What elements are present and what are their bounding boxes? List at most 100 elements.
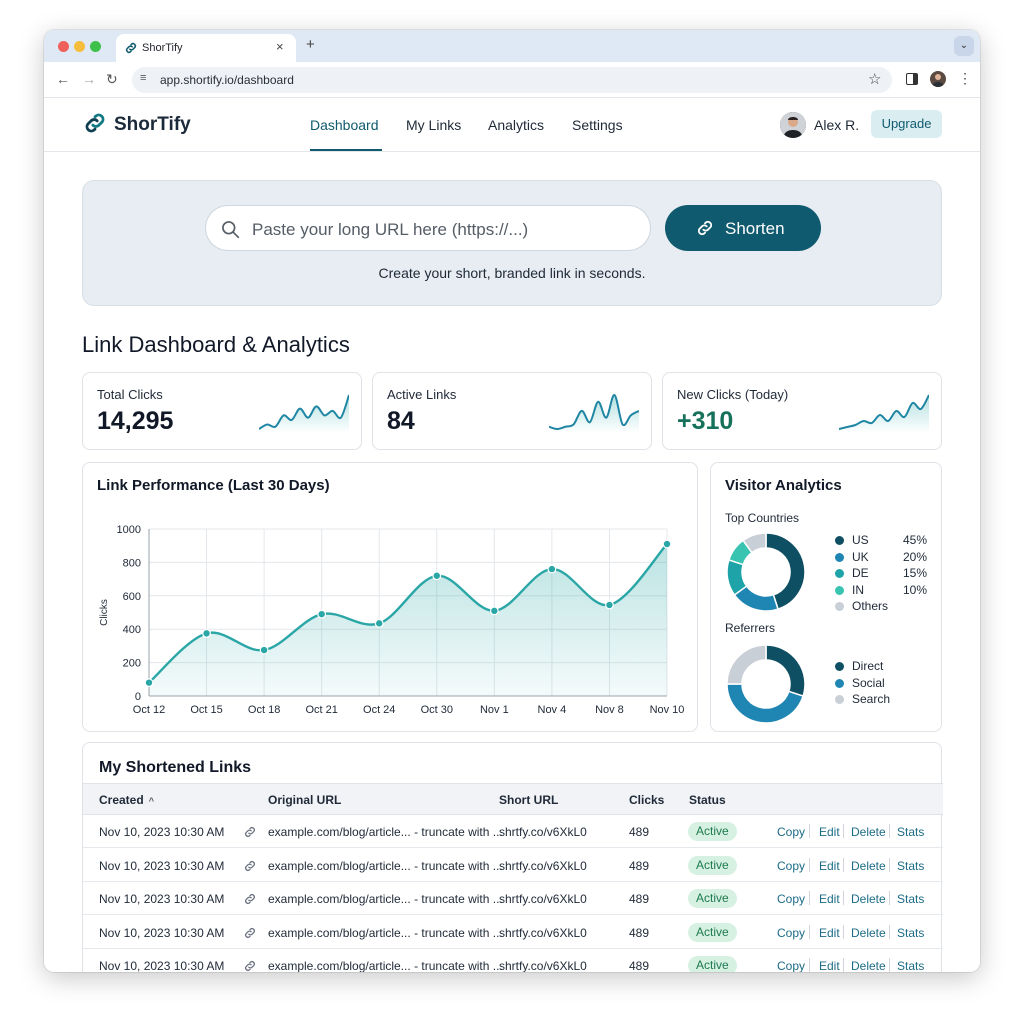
table-row[interactable]: Nov 10, 2023 10:30 AM example.com/blog/ar…: [83, 949, 943, 972]
page-title: Link Dashboard & Analytics: [82, 332, 350, 357]
browser-menu-icon[interactable]: ⋮: [958, 70, 972, 87]
active-nav-indicator: [310, 149, 382, 151]
tab-search-chevron-icon[interactable]: ⌄: [954, 36, 974, 56]
side-panel-icon[interactable]: [906, 73, 918, 85]
legend-label: Social: [852, 675, 885, 690]
nav-my-links[interactable]: My Links: [406, 117, 461, 133]
stat-value: 14,295: [97, 407, 174, 435]
edit-link[interactable]: Edit: [819, 926, 840, 940]
nav-settings[interactable]: Settings: [572, 117, 623, 133]
short-url-cell[interactable]: shrtfy.co/v6XkL0: [499, 959, 587, 972]
original-url-cell[interactable]: example.com/blog/article... - truncate w…: [268, 959, 503, 972]
nav-analytics[interactable]: Analytics: [488, 117, 544, 133]
column-original-url[interactable]: Original URL: [268, 793, 341, 807]
delete-link[interactable]: Delete: [851, 825, 886, 839]
stats-link[interactable]: Stats: [897, 959, 924, 972]
sparkline-area: [839, 395, 929, 433]
action-divider: [843, 924, 844, 939]
close-window-button[interactable]: [58, 41, 69, 52]
table-row[interactable]: Nov 10, 2023 10:30 AM example.com/blog/ar…: [83, 849, 943, 882]
edit-link[interactable]: Edit: [819, 859, 840, 873]
link-icon: [245, 860, 255, 871]
column-created[interactable]: Created ^: [99, 793, 154, 807]
created-cell: Nov 10, 2023 10:30 AM: [99, 959, 225, 972]
status-badge: Active: [688, 855, 737, 875]
table-row[interactable]: Nov 10, 2023 10:30 AM example.com/blog/ar…: [83, 815, 943, 848]
new-tab-button[interactable]: +: [306, 36, 315, 53]
table-row[interactable]: Nov 10, 2023 10:30 AM example.com/blog/ar…: [83, 882, 943, 915]
table-row[interactable]: Nov 10, 2023 10:30 AM example.com/blog/ar…: [83, 916, 943, 949]
edit-link[interactable]: Edit: [819, 825, 840, 839]
edit-link[interactable]: Edit: [819, 959, 840, 972]
series-area: [149, 544, 667, 696]
user-name[interactable]: Alex R.: [814, 117, 859, 133]
data-point: [547, 564, 557, 574]
link-icon: [125, 42, 137, 54]
delete-link[interactable]: Delete: [851, 959, 886, 972]
copy-link[interactable]: Copy: [777, 825, 805, 839]
delete-link[interactable]: Delete: [851, 859, 886, 873]
original-url-cell[interactable]: example.com/blog/article... - truncate w…: [268, 859, 503, 873]
stat-label: New Clicks (Today): [677, 387, 789, 402]
copy-link[interactable]: Copy: [777, 926, 805, 940]
delete-link[interactable]: Delete: [851, 926, 886, 940]
y-axis-label: Clicks: [99, 599, 110, 626]
avatar[interactable]: [780, 112, 806, 138]
reload-icon[interactable]: ↻: [106, 71, 118, 88]
short-url-cell[interactable]: shrtfy.co/v6XkL0: [499, 859, 587, 873]
browser-tab[interactable]: ShorTify ×: [116, 34, 296, 62]
data-point: [144, 678, 154, 688]
minimize-window-button[interactable]: [74, 41, 85, 52]
original-url-cell[interactable]: example.com/blog/article... - truncate w…: [268, 926, 503, 940]
y-tick-label: 600: [123, 591, 141, 603]
long-url-input[interactable]: Paste your long URL here (https://...): [205, 205, 651, 251]
url-text[interactable]: app.shortify.io/dashboard: [160, 73, 294, 87]
stat-card-active-links: Active Links 84: [372, 372, 652, 450]
status-badge: Active: [688, 889, 737, 908]
stats-link[interactable]: Stats: [897, 825, 924, 839]
copy-link[interactable]: Copy: [777, 859, 805, 873]
stats-link[interactable]: Stats: [897, 859, 924, 873]
back-arrow-icon[interactable]: ←: [56, 71, 70, 87]
copy-link[interactable]: Copy: [777, 892, 805, 906]
delete-link[interactable]: Delete: [851, 892, 886, 906]
legend-label: Direct: [852, 659, 884, 673]
legend-swatch: [835, 569, 844, 578]
chart-title: Link Performance (Last 30 Days): [97, 477, 330, 494]
short-url-cell[interactable]: shrtfy.co/v6XkL0: [499, 892, 587, 906]
link-icon: [245, 961, 255, 971]
column-clicks[interactable]: Clicks: [629, 793, 664, 807]
column-status[interactable]: Status: [689, 793, 726, 807]
browser-profile-avatar[interactable]: [930, 71, 946, 87]
action-divider: [843, 891, 844, 905]
bookmark-star-icon[interactable]: ☆: [868, 70, 881, 88]
upgrade-button[interactable]: Upgrade: [871, 110, 942, 138]
data-point: [432, 571, 442, 581]
visitor-analytics-card: Visitor Analytics Top Countries US 45% UK 2…: [710, 462, 942, 732]
x-tick-label: Nov 10: [650, 704, 685, 716]
legend-swatch: [835, 695, 844, 704]
short-url-cell[interactable]: shrtfy.co/v6XkL0: [499, 825, 587, 839]
maximize-window-button[interactable]: [90, 41, 101, 52]
shorten-button[interactable]: Shorten: [665, 205, 821, 251]
stats-link[interactable]: Stats: [897, 892, 924, 906]
shortened-links-card: My Shortened Links Created ^ Original URL…: [82, 742, 943, 972]
site-info-icon[interactable]: ≡: [140, 72, 146, 84]
edit-link[interactable]: Edit: [819, 892, 840, 906]
copy-link[interactable]: Copy: [777, 959, 805, 972]
tab-close-icon[interactable]: ×: [276, 39, 284, 54]
action-divider: [809, 958, 810, 972]
address-bar[interactable]: ≡ app.shortify.io/dashboard ☆: [132, 67, 892, 93]
forward-arrow-icon[interactable]: →: [82, 71, 96, 87]
nav-dashboard[interactable]: Dashboard: [310, 117, 379, 133]
sort-ascending-icon[interactable]: ^: [149, 796, 154, 806]
stats-link[interactable]: Stats: [897, 926, 924, 940]
action-divider: [889, 824, 890, 838]
legend-label: DE: [852, 566, 869, 580]
original-url-cell[interactable]: example.com/blog/article... - truncate w…: [268, 892, 503, 906]
column-short-url[interactable]: Short URL: [499, 793, 558, 807]
app-logo[interactable]: ShorTify: [114, 114, 191, 136]
short-url-cell[interactable]: shrtfy.co/v6XkL0: [499, 926, 587, 940]
original-url-cell[interactable]: example.com/blog/article... - truncate w…: [268, 825, 503, 839]
status-badge: Active: [688, 956, 737, 972]
